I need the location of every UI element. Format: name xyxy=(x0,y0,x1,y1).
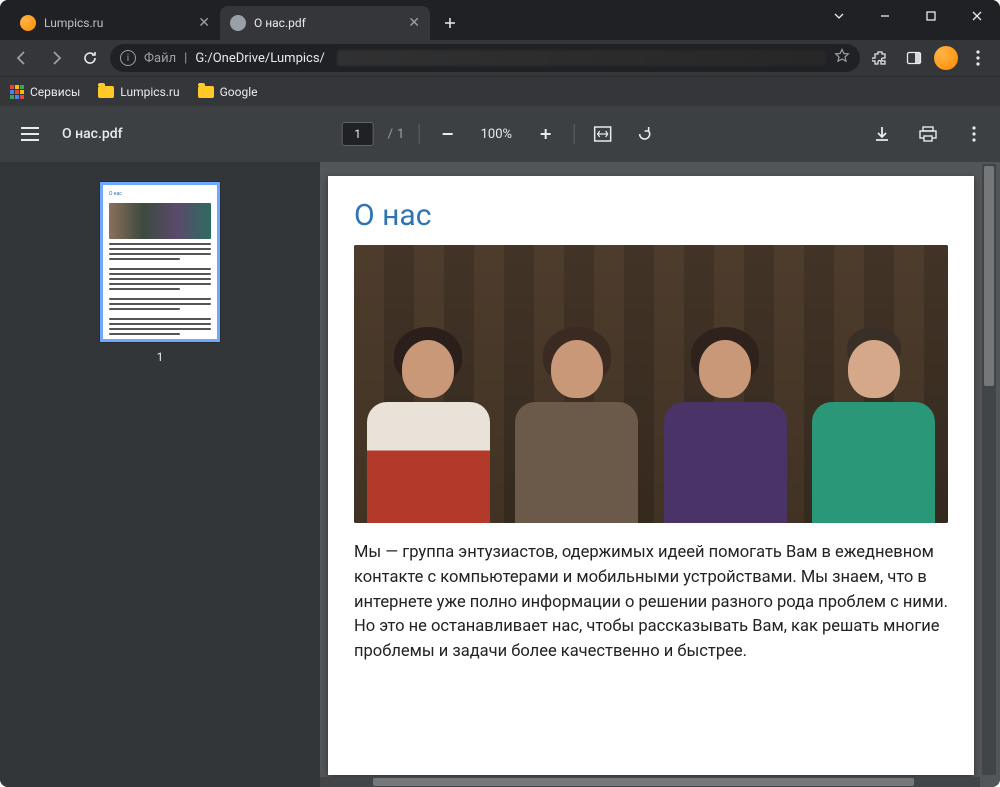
titlebar: Lumpics.ru ✕ О нас.pdf ✕ xyxy=(0,0,1000,40)
folder-icon xyxy=(98,86,114,98)
menu-button[interactable] xyxy=(964,44,992,72)
horizontal-scrollbar[interactable] xyxy=(320,777,980,787)
zoom-out-button[interactable] xyxy=(433,120,461,148)
document-heading: О нас xyxy=(354,198,948,233)
extensions-button[interactable] xyxy=(866,44,894,72)
pdf-toolbar-center: 1 / 1 100% xyxy=(342,120,659,148)
thumbnail-page-number: 1 xyxy=(100,350,220,364)
tab-title: Lumpics.ru xyxy=(44,16,103,30)
pdf-toolbar-right xyxy=(868,120,988,148)
download-button[interactable] xyxy=(868,120,896,148)
scrollbar-thumb[interactable] xyxy=(373,778,914,786)
apps-icon xyxy=(10,85,24,99)
window-controls xyxy=(816,0,1000,40)
omnibox[interactable]: i Файл | G:/OneDrive/Lumpics/ xyxy=(110,44,860,72)
bookmarks-bar: Сервисы Lumpics.ru Google xyxy=(0,76,1000,106)
apps-label: Сервисы xyxy=(30,85,80,99)
close-tab-button[interactable]: ✕ xyxy=(408,15,420,31)
close-window-button[interactable] xyxy=(954,0,1000,32)
page-viewport[interactable]: О нас Мы — группа энтузиастов, одержимых… xyxy=(320,162,1000,787)
back-button[interactable] xyxy=(8,44,36,72)
globe-icon xyxy=(230,15,246,31)
pdf-toolbar: О нас.pdf 1 / 1 100% xyxy=(0,106,1000,162)
minimize-button[interactable] xyxy=(862,0,908,32)
vertical-scrollbar[interactable] xyxy=(982,164,996,775)
document-photo xyxy=(354,245,948,523)
bookmark-label: Lumpics.ru xyxy=(120,85,179,99)
info-icon[interactable]: i xyxy=(120,50,136,66)
thumb-heading: О нас xyxy=(109,191,211,197)
bookmark-label: Google xyxy=(220,85,258,99)
divider xyxy=(573,124,574,144)
address-bar-row: i Файл | G:/OneDrive/Lumpics/ xyxy=(0,40,1000,76)
zoom-in-button[interactable] xyxy=(531,120,559,148)
caret-down-button[interactable] xyxy=(816,0,862,32)
tab-strip: Lumpics.ru ✕ О нас.pdf ✕ xyxy=(0,0,816,40)
pdf-page: О нас Мы — группа энтузиастов, одержимых… xyxy=(328,176,974,775)
path-separator: | xyxy=(184,51,187,66)
tab-title: О нас.pdf xyxy=(254,16,306,30)
pdf-more-button[interactable] xyxy=(960,120,988,148)
forward-button[interactable] xyxy=(42,44,70,72)
page-number-input[interactable]: 1 xyxy=(342,122,374,146)
maximize-button[interactable] xyxy=(908,0,954,32)
zoom-level[interactable]: 100% xyxy=(475,127,517,142)
browser-window: Lumpics.ru ✕ О нас.pdf ✕ xyxy=(0,0,1000,787)
divider xyxy=(418,124,419,144)
bookmark-google[interactable]: Google xyxy=(198,85,258,99)
thumbnail-page: О нас xyxy=(100,182,220,342)
profile-avatar[interactable] xyxy=(934,46,958,70)
pdf-viewer-body: О нас 1 О нас xyxy=(0,162,1000,787)
fit-page-button[interactable] xyxy=(588,120,616,148)
apps-shortcut[interactable]: Сервисы xyxy=(10,85,80,99)
pdf-filename: О нас.pdf xyxy=(62,126,123,142)
close-tab-button[interactable]: ✕ xyxy=(198,15,210,31)
tab-pdf[interactable]: О нас.pdf ✕ xyxy=(220,6,430,40)
reload-button[interactable] xyxy=(76,44,104,72)
side-panel-button[interactable] xyxy=(900,44,928,72)
tab-lumpics[interactable]: Lumpics.ru ✕ xyxy=(10,6,220,40)
path-obscured xyxy=(337,50,826,66)
bookmark-star-icon[interactable] xyxy=(834,48,850,68)
file-path: G:/OneDrive/Lumpics/ xyxy=(195,51,325,66)
new-tab-button[interactable] xyxy=(436,9,464,37)
folder-icon xyxy=(198,86,214,98)
pdf-menu-button[interactable] xyxy=(12,116,48,152)
rotate-button[interactable] xyxy=(630,120,658,148)
file-label: Файл xyxy=(144,51,176,66)
scrollbar-thumb[interactable] xyxy=(984,166,994,386)
thumb-image xyxy=(109,203,211,239)
bookmark-lumpics[interactable]: Lumpics.ru xyxy=(98,85,179,99)
page-total: / 1 xyxy=(388,127,405,142)
favicon-icon xyxy=(20,15,36,31)
page-thumbnail[interactable]: О нас 1 xyxy=(100,182,220,364)
thumbnail-panel: О нас 1 xyxy=(0,162,320,787)
document-paragraph: Мы — группа энтузиастов, одержимых идеей… xyxy=(354,541,948,665)
thumb-text-lines xyxy=(109,243,211,335)
print-button[interactable] xyxy=(914,120,942,148)
